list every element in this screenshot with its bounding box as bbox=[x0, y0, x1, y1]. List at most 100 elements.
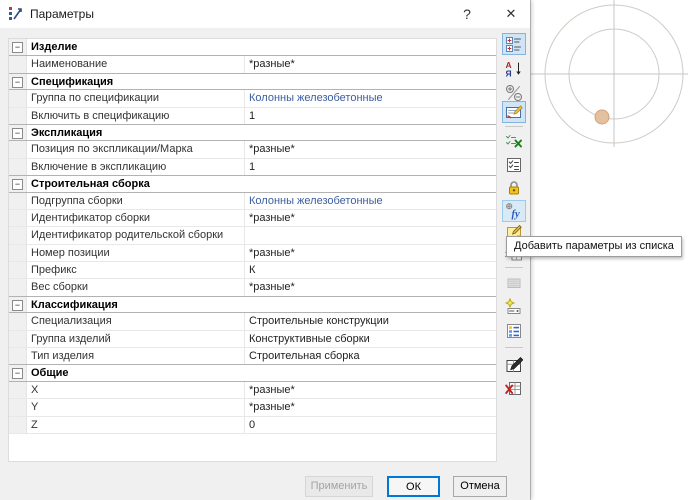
property-value[interactable]: Колонны железобетонные bbox=[244, 193, 496, 209]
row-gutter bbox=[9, 90, 27, 106]
collapse-group-icon[interactable]: − bbox=[12, 42, 23, 53]
group-label[interactable]: Изделие bbox=[27, 39, 496, 55]
delete-table-icon[interactable] bbox=[502, 377, 526, 399]
property-value[interactable]: *разные* bbox=[244, 210, 496, 226]
tooltip: Добавить параметры из списка bbox=[506, 236, 682, 257]
parameters-app-icon bbox=[8, 6, 24, 22]
sort-alphabetical-icon[interactable]: АЯ bbox=[502, 58, 526, 80]
row-gutter bbox=[9, 331, 27, 347]
row-gutter bbox=[9, 279, 27, 295]
property-value[interactable] bbox=[244, 227, 496, 243]
dialog-titlebar: Параметры ? ✕ bbox=[0, 0, 530, 28]
property-row: Тип изделияСтроительная сборка bbox=[9, 348, 496, 365]
row-gutter: − bbox=[9, 365, 27, 380]
property-row: Y*разные* bbox=[9, 399, 496, 416]
help-button[interactable]: ? bbox=[452, 0, 482, 28]
property-value[interactable]: Конструктивные сборки bbox=[244, 331, 496, 347]
collapse-group-icon[interactable]: − bbox=[12, 179, 23, 190]
ok-button[interactable]: ОК bbox=[387, 476, 440, 497]
parameter-set-icon[interactable] bbox=[502, 320, 526, 342]
property-grid: −ИзделиеНаименование*разные*−Спецификаци… bbox=[8, 38, 497, 462]
parameters-dialog: Параметры ? ✕ −ИзделиеНаименование*разны… bbox=[0, 0, 530, 500]
function-parameter-icon[interactable]: fy bbox=[502, 200, 526, 222]
collapse-group-icon[interactable]: − bbox=[12, 128, 23, 139]
property-row: Z0 bbox=[9, 417, 496, 434]
cancel-button[interactable]: Отмена bbox=[453, 476, 507, 497]
row-gutter: − bbox=[9, 74, 27, 89]
property-label: Группа изделий bbox=[27, 331, 244, 347]
property-value[interactable]: Строительная сборка bbox=[244, 348, 496, 364]
property-label: Вес сборки bbox=[27, 279, 244, 295]
property-row: Включить в спецификацию1 bbox=[9, 108, 496, 125]
svg-text:Я: Я bbox=[506, 69, 512, 79]
property-row: Подгруппа сборкиКолонны железобетонные bbox=[9, 193, 496, 210]
row-gutter bbox=[9, 210, 27, 226]
row-gutter: − bbox=[9, 176, 27, 191]
screen: Параметры ? ✕ −ИзделиеНаименование*разны… bbox=[0, 0, 688, 500]
property-value[interactable]: *разные* bbox=[244, 382, 496, 398]
apply-button[interactable]: Применить bbox=[305, 476, 373, 497]
property-label: Наименование bbox=[27, 56, 244, 72]
property-label: X bbox=[27, 382, 244, 398]
property-row: Группа по спецификацииКолонны железобето… bbox=[9, 90, 496, 107]
lock-icon[interactable] bbox=[502, 177, 526, 199]
property-value[interactable]: 1 bbox=[244, 159, 496, 175]
row-gutter bbox=[9, 141, 27, 157]
row-gutter bbox=[9, 399, 27, 415]
property-label: Тип изделия bbox=[27, 348, 244, 364]
group-label[interactable]: Экспликация bbox=[27, 125, 496, 140]
group-by-category-icon[interactable] bbox=[502, 33, 526, 55]
property-row: Вес сборки*разные* bbox=[9, 279, 496, 296]
property-value[interactable]: *разные* bbox=[244, 141, 496, 157]
property-label: Позиция по экспликации/Марка bbox=[27, 141, 244, 157]
row-gutter bbox=[9, 193, 27, 209]
edit-parameter-icon[interactable] bbox=[502, 101, 526, 123]
group-label[interactable]: Классификация bbox=[27, 297, 496, 312]
property-label: Номер позиции bbox=[27, 245, 244, 261]
property-value[interactable]: 1 bbox=[244, 108, 496, 124]
toolbar-separator bbox=[505, 126, 523, 127]
property-label: Префикс bbox=[27, 262, 244, 278]
row-gutter bbox=[9, 245, 27, 261]
row-gutter bbox=[9, 262, 27, 278]
property-value[interactable]: *разные* bbox=[244, 56, 496, 72]
property-row: X*разные* bbox=[9, 382, 496, 399]
row-gutter: − bbox=[9, 125, 27, 140]
row-gutter bbox=[9, 382, 27, 398]
row-gutter bbox=[9, 348, 27, 364]
row-gutter bbox=[9, 227, 27, 243]
group-label[interactable]: Общие bbox=[27, 365, 496, 380]
property-label: Идентификатор сборки bbox=[27, 210, 244, 226]
group-row: −Классификация bbox=[9, 296, 496, 313]
property-row: СпециализацияСтроительные конструкции bbox=[9, 313, 496, 330]
placement-point bbox=[595, 110, 609, 124]
property-value[interactable]: Колонны железобетонные bbox=[244, 90, 496, 106]
row-gutter bbox=[9, 108, 27, 124]
property-value[interactable]: *разные* bbox=[244, 245, 496, 261]
group-row: −Изделие bbox=[9, 39, 496, 56]
dialog-title: Параметры bbox=[30, 0, 94, 28]
group-label[interactable]: Спецификация bbox=[27, 74, 496, 89]
row-gutter bbox=[9, 313, 27, 329]
property-value[interactable]: *разные* bbox=[244, 279, 496, 295]
property-row: Идентификатор родительской сборки bbox=[9, 227, 496, 244]
checklist-icon[interactable] bbox=[502, 154, 526, 176]
new-parameter-icon[interactable] bbox=[502, 296, 526, 318]
property-label: Группа по спецификации bbox=[27, 90, 244, 106]
svg-text:fy: fy bbox=[512, 209, 520, 220]
property-row: ПрефиксК bbox=[9, 262, 496, 279]
edit-table-icon[interactable] bbox=[502, 354, 526, 376]
check-values-icon[interactable] bbox=[502, 130, 526, 152]
collapse-group-icon[interactable]: − bbox=[12, 300, 23, 311]
group-label[interactable]: Строительная сборка bbox=[27, 176, 496, 191]
row-gutter bbox=[9, 56, 27, 72]
copy-parameters-icon bbox=[502, 272, 526, 294]
property-label: Y bbox=[27, 399, 244, 415]
property-value[interactable]: Строительные конструкции bbox=[244, 313, 496, 329]
row-gutter: − bbox=[9, 297, 27, 312]
property-value[interactable]: К bbox=[244, 262, 496, 278]
collapse-group-icon[interactable]: − bbox=[12, 77, 23, 88]
property-value[interactable]: *разные* bbox=[244, 399, 496, 415]
collapse-group-icon[interactable]: − bbox=[12, 368, 23, 379]
property-value[interactable]: 0 bbox=[244, 417, 496, 433]
